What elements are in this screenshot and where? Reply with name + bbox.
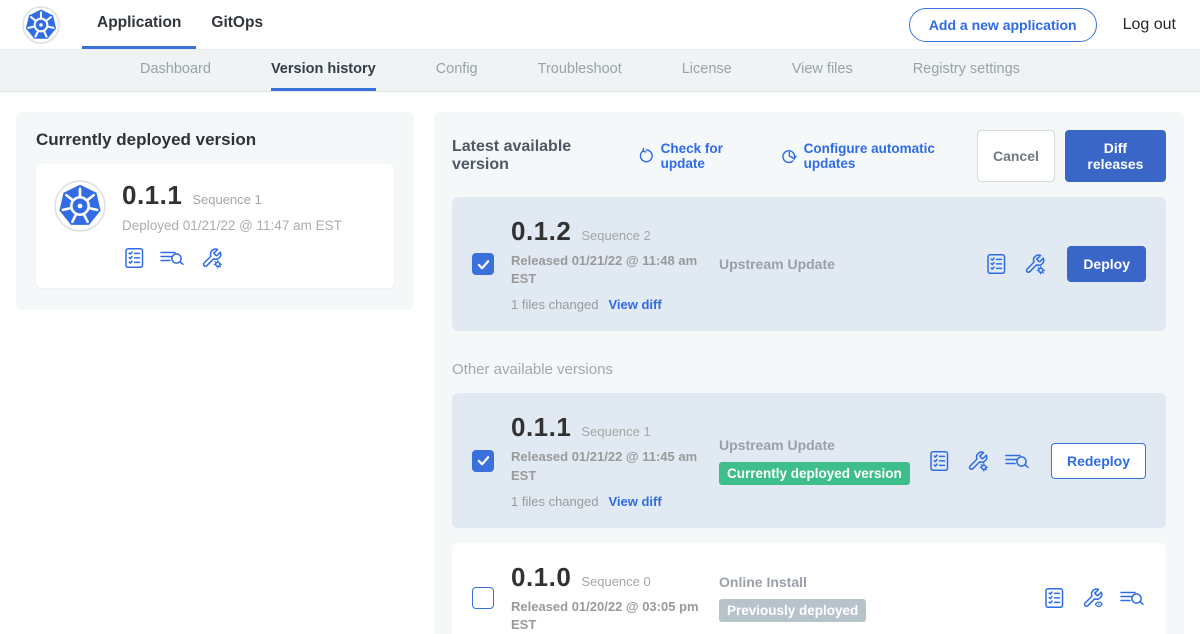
- configure-automatic-updates-link[interactable]: Configure automatic updates: [781, 141, 977, 171]
- redeploy-button[interactable]: Redeploy: [1051, 443, 1146, 479]
- refresh-icon: [638, 147, 655, 165]
- kubernetes-logo: [22, 6, 60, 44]
- wrench-gear-icon[interactable]: [199, 246, 224, 270]
- currently-deployed-card: Currently deployed version 0.1.1 Sequenc…: [16, 112, 414, 310]
- latest-available-title: Latest available version: [452, 138, 620, 174]
- subnav-tab-version-history[interactable]: Version history: [271, 50, 376, 91]
- logs-search-icon[interactable]: [1119, 586, 1146, 610]
- version-source-label: Upstream Update: [719, 256, 984, 272]
- cancel-button[interactable]: Cancel: [977, 130, 1055, 182]
- deploy-button[interactable]: Deploy: [1067, 246, 1146, 282]
- wrench-gear-icon[interactable]: [965, 449, 990, 473]
- checkmark-icon: [477, 454, 490, 467]
- released-timestamp: Released 01/20/22 @ 03:05 pm EST: [511, 598, 707, 634]
- version-source-label: Online Install: [719, 574, 1042, 590]
- subnav-tab-registry-settings[interactable]: Registry settings: [913, 50, 1020, 91]
- view-diff-link[interactable]: View diff: [608, 494, 661, 509]
- logs-search-icon[interactable]: [1004, 449, 1031, 473]
- subnav-tab-dashboard[interactable]: Dashboard: [140, 50, 211, 91]
- previously-deployed-badge: Previously deployed: [719, 599, 866, 622]
- version-row-0-1-2: 0.1.2 Sequence 2 Released 01/21/22 @ 11:…: [452, 197, 1166, 331]
- version-checkbox[interactable]: [472, 587, 494, 609]
- check-for-update-link[interactable]: Check for update: [638, 141, 763, 171]
- deployed-sequence-label: Sequence 1: [192, 192, 261, 207]
- app-logo: [22, 0, 60, 49]
- logout-button[interactable]: Log out: [1123, 16, 1176, 34]
- preflight-checklist-icon[interactable]: [984, 252, 1008, 276]
- app-subnav: Dashboard Version history Config Trouble…: [0, 50, 1200, 92]
- view-diff-link[interactable]: View diff: [608, 297, 661, 312]
- deployed-timestamp: Deployed 01/21/22 @ 11:47 am EST: [122, 218, 342, 233]
- top-nav: Application GitOps Add a new application…: [0, 0, 1200, 50]
- subnav-tab-config[interactable]: Config: [436, 50, 478, 91]
- other-versions-title: Other available versions: [452, 361, 1166, 378]
- preflight-checklist-icon[interactable]: [927, 449, 951, 473]
- subnav-tab-license[interactable]: License: [682, 50, 732, 91]
- sequence-label: Sequence 1: [581, 424, 650, 439]
- tab-gitops[interactable]: GitOps: [196, 0, 278, 49]
- preflight-checklist-icon[interactable]: [1042, 586, 1066, 610]
- subnav-tab-view-files[interactable]: View files: [792, 50, 853, 91]
- version-checkbox[interactable]: [472, 450, 494, 472]
- version-number: 0.1.0: [511, 562, 571, 593]
- sequence-label: Sequence 0: [581, 574, 650, 589]
- currently-deployed-badge: Currently deployed version: [719, 462, 910, 485]
- auto-update-clock-icon: [781, 147, 798, 165]
- files-changed-label: 1 files changed: [511, 297, 598, 312]
- version-row-0-1-1: 0.1.1 Sequence 1 Released 01/21/22 @ 11:…: [452, 393, 1166, 527]
- subnav-tab-troubleshoot[interactable]: Troubleshoot: [538, 50, 622, 91]
- files-changed-label: 1 files changed: [511, 494, 598, 509]
- diff-releases-button[interactable]: Diff releases: [1065, 130, 1166, 182]
- logs-search-icon[interactable]: [159, 246, 186, 270]
- currently-deployed-title: Currently deployed version: [36, 130, 394, 150]
- kubernetes-logo: [54, 180, 106, 232]
- deployed-version-card: 0.1.1 Sequence 1 Deployed 01/21/22 @ 11:…: [36, 164, 394, 288]
- version-checkbox[interactable]: [472, 253, 494, 275]
- released-timestamp: Released 01/21/22 @ 11:45 am EST: [511, 448, 707, 484]
- tab-application[interactable]: Application: [82, 0, 196, 49]
- version-source-label: Upstream Update: [719, 437, 927, 453]
- checkmark-icon: [477, 258, 490, 271]
- version-number: 0.1.2: [511, 216, 571, 247]
- add-application-button[interactable]: Add a new application: [909, 8, 1097, 42]
- wrench-gear-icon[interactable]: [1022, 252, 1047, 276]
- preflight-checklist-icon[interactable]: [122, 246, 146, 270]
- available-versions-card: Latest available version Check for updat…: [434, 112, 1184, 634]
- released-timestamp: Released 01/21/22 @ 11:48 am EST: [511, 252, 707, 288]
- version-row-0-1-0: 0.1.0 Sequence 0 Released 01/20/22 @ 03:…: [452, 543, 1166, 634]
- sequence-label: Sequence 2: [581, 228, 650, 243]
- wrench-eye-icon[interactable]: [1080, 586, 1105, 610]
- version-number: 0.1.1: [511, 412, 571, 443]
- deployed-version-number: 0.1.1: [122, 180, 182, 211]
